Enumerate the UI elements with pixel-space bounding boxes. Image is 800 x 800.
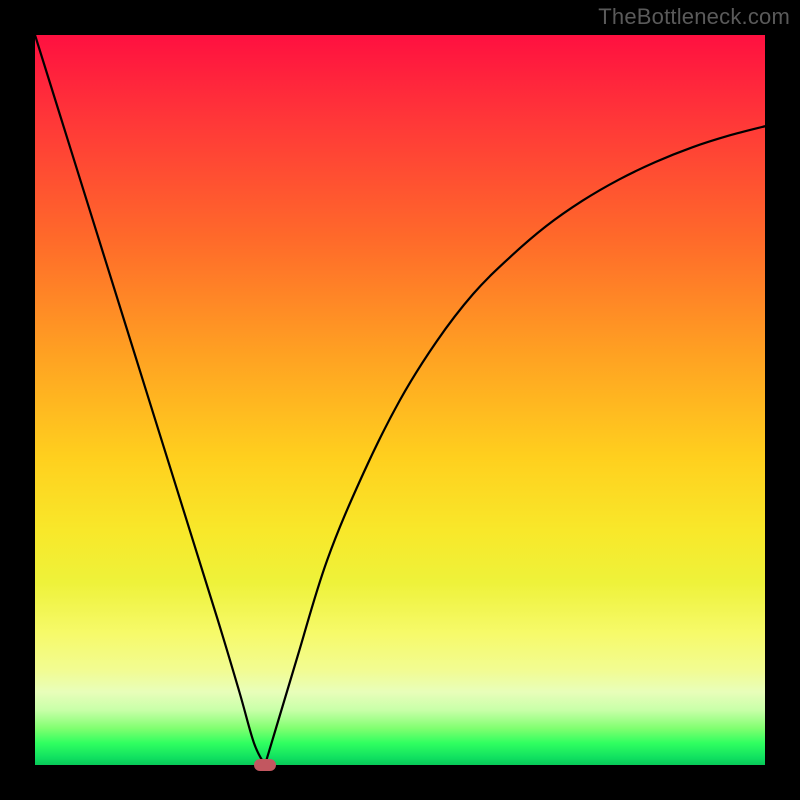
watermark-text: TheBottleneck.com: [598, 4, 790, 30]
plot-area: [35, 35, 765, 765]
bottleneck-curve: [35, 35, 765, 765]
minimum-marker: [254, 759, 276, 771]
chart-frame: TheBottleneck.com: [0, 0, 800, 800]
